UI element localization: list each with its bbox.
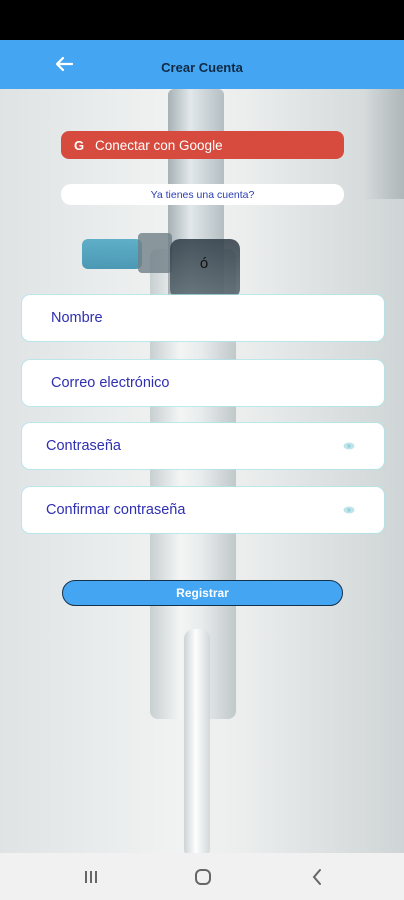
- email-placeholder: Correo electrónico: [51, 375, 170, 391]
- confirm-password-field[interactable]: Confirmar contraseña: [22, 487, 384, 533]
- login-link[interactable]: Ya tienes una cuenta?: [61, 184, 344, 205]
- page-title: Crear Cuenta: [161, 60, 243, 75]
- eye-icon[interactable]: [342, 503, 356, 517]
- separator-text: ó: [199, 255, 209, 272]
- back-button[interactable]: [50, 50, 78, 78]
- nav-back-button[interactable]: [302, 865, 332, 889]
- app-bar: Crear Cuenta: [0, 40, 404, 89]
- chevron-left-icon: [312, 869, 321, 885]
- home-button[interactable]: [188, 865, 218, 889]
- password-placeholder: Contraseña: [46, 438, 121, 454]
- arrow-left-icon: [55, 56, 73, 72]
- email-field[interactable]: Correo electrónico: [22, 360, 384, 406]
- home-icon: [195, 869, 211, 885]
- status-bar: [0, 0, 404, 40]
- eye-icon[interactable]: [342, 439, 356, 453]
- system-nav-bar: [0, 853, 404, 900]
- google-signin-button[interactable]: G Conectar con Google: [61, 131, 344, 159]
- confirm-password-placeholder: Confirmar contraseña: [46, 502, 186, 518]
- recents-icon: [85, 871, 97, 883]
- password-field[interactable]: Contraseña: [22, 423, 384, 469]
- google-icon: G: [73, 137, 85, 153]
- register-button[interactable]: Registrar: [62, 580, 343, 606]
- name-placeholder: Nombre: [51, 310, 103, 326]
- recents-button[interactable]: [76, 865, 106, 889]
- name-field[interactable]: Nombre: [22, 295, 384, 341]
- google-signin-label: Conectar con Google: [95, 137, 223, 153]
